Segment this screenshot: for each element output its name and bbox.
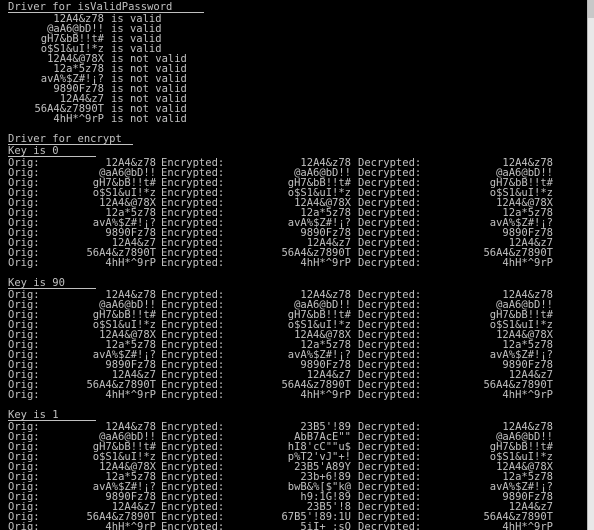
key-label: Key is 0 bbox=[8, 145, 59, 157]
decrypted-password: 12a*5z78 bbox=[502, 339, 553, 351]
key-label: Key is 90 bbox=[8, 277, 65, 289]
decrypted-password: gH7&bB!!t# bbox=[489, 441, 553, 453]
console-output: Driver for isValidPassword 12A4&z78 is va… bbox=[8, 1, 587, 530]
encryption-row: Orig: 9890Fz78 Encrypted: 9890Fz78 Decrypted… bbox=[8, 359, 587, 371]
decrypted-password: 12a*5z78 bbox=[502, 207, 553, 219]
key-block: Key is 90 Orig: 12A4&z78 Encrypted: 12A4&z7… bbox=[8, 277, 587, 401]
encryption-row: Orig: 4hH*^9rP Encrypted: 4hH*^9rP Decrypted… bbox=[8, 389, 587, 401]
decrypted-password: @aA6@bD!! bbox=[496, 299, 553, 311]
decrypted-password: 4hH*^9rP bbox=[502, 521, 553, 530]
decrypted-password: avA%$Z#!¡? bbox=[489, 217, 553, 229]
decrypted-password: 12A4&z78 bbox=[502, 421, 553, 433]
vertical-scrollbar[interactable] bbox=[588, 0, 594, 530]
key-label: Key is 1 bbox=[8, 409, 59, 421]
decrypted-password: 56A4&z7890T bbox=[483, 247, 553, 259]
encryption-row: Orig: avA%$Z#!¡? Encrypted: bwB&%[$"k@ Decry… bbox=[8, 481, 587, 493]
decrypted-password: 12A4&@78X bbox=[496, 197, 553, 209]
decrypted-password: 12A4&z78 bbox=[502, 289, 553, 301]
encryption-row: Orig: 4hH*^9rP Encrypted: 5iI+_:sQ Decrypted… bbox=[8, 521, 587, 530]
password-text: 4hH*^9rP bbox=[53, 113, 104, 125]
encryption-rows: Orig: 12A4&z78 Encrypted: 23B5'!89 Decrypted… bbox=[8, 421, 587, 530]
decrypted-password: o$S1&uI!*z bbox=[489, 187, 553, 199]
decrypted-password: 9890Fz78 bbox=[502, 359, 553, 371]
encryption-row: Orig: 12A4&@78X Encrypted: 23B5'A89Y Decrypt… bbox=[8, 461, 587, 473]
encryption-row: Orig: 9890Fz78 Encrypted: 9890Fz78 Decrypted… bbox=[8, 227, 587, 239]
decrypted-password: 4hH*^9rP bbox=[502, 389, 553, 401]
validation-results: 12A4&z78 is valid @aA6@bD!! is valid gH7&bB!… bbox=[8, 14, 587, 125]
decrypted-password: o$S1&uI!*z bbox=[489, 451, 553, 463]
encryption-row: Orig: 12A4&@78X Encrypted: 12A4&@78X Decrypt… bbox=[8, 329, 587, 341]
encryption-row: Orig: 56A4&z7890T Encrypted: 56A4&z7890T Dec… bbox=[8, 379, 587, 391]
decrypted-password: 12A4&z78 bbox=[502, 157, 553, 169]
scrollbar-thumb[interactable] bbox=[588, 0, 594, 18]
decrypted-password: 9890Fz78 bbox=[502, 227, 553, 239]
decrypted-password: gH7&bB!!t# bbox=[489, 309, 553, 321]
key-block: Key is 1 Orig: 12A4&z78 Encrypted: 23B5'!89… bbox=[8, 409, 587, 530]
encryption-row: Orig: avA%$Z#!¡? Encrypted: avA%$Z#!¡? Decry… bbox=[8, 217, 587, 229]
decrypted-password: avA%$Z#!¡? bbox=[489, 481, 553, 493]
decrypted-password: o$S1&uI!*z bbox=[489, 319, 553, 331]
validation-row: 4hH*^9rP is not valid bbox=[8, 113, 587, 125]
decrypted-password: 56A4&z7890T bbox=[483, 379, 553, 391]
decrypted-password: avA%$Z#!¡? bbox=[489, 349, 553, 361]
key-block: Key is 0 Orig: 12A4&z78 Encrypted: 12A4&z78… bbox=[8, 145, 587, 269]
encryption-row: Orig: 4hH*^9rP Encrypted: 4hH*^9rP Decrypted… bbox=[8, 257, 587, 269]
decrypted-password: gH7&bB!!t# bbox=[489, 177, 553, 189]
decrypted-password: @aA6@bD!! bbox=[496, 431, 553, 443]
validation-header: Driver for isValidPassword bbox=[8, 1, 173, 13]
encryption-row: Orig: 9890Fz78 Encrypted: h9:1G!89 Decrypted… bbox=[8, 491, 587, 503]
encrypt-header: Driver for encrypt bbox=[8, 133, 122, 145]
encryption-rows: Orig: 12A4&z78 Encrypted: 12A4&z78 Decrypted… bbox=[8, 289, 587, 401]
encryption-row: Orig: 56A4&z7890T Encrypted: 67B5'!89:1U Dec… bbox=[8, 511, 587, 523]
encryption-rows: Orig: 12A4&z78 Encrypted: 12A4&z78 Decrypted… bbox=[8, 157, 587, 269]
decrypted-password: 12A4&@78X bbox=[496, 461, 553, 473]
encryption-row: Orig: avA%$Z#!¡? Encrypted: avA%$Z#!¡? Decry… bbox=[8, 349, 587, 361]
decrypted-password: 12A4&@78X bbox=[496, 329, 553, 341]
decrypted-password: 12a*5z78 bbox=[502, 471, 553, 483]
decrypted-password: 9890Fz78 bbox=[502, 491, 553, 503]
decrypted-password: 56A4&z7890T bbox=[483, 511, 553, 523]
encryption-row: Orig: 12A4&@78X Encrypted: 12A4&@78X Decrypt… bbox=[8, 197, 587, 209]
encryption-row: Orig: 56A4&z7890T Encrypted: 56A4&z7890T Dec… bbox=[8, 247, 587, 259]
decrypted-password: @aA6@bD!! bbox=[496, 167, 553, 179]
decrypted-password: 4hH*^9rP bbox=[502, 257, 553, 269]
validity-result: is not valid bbox=[111, 113, 187, 125]
console-window: Driver for isValidPassword 12A4&z78 is va… bbox=[0, 0, 588, 530]
